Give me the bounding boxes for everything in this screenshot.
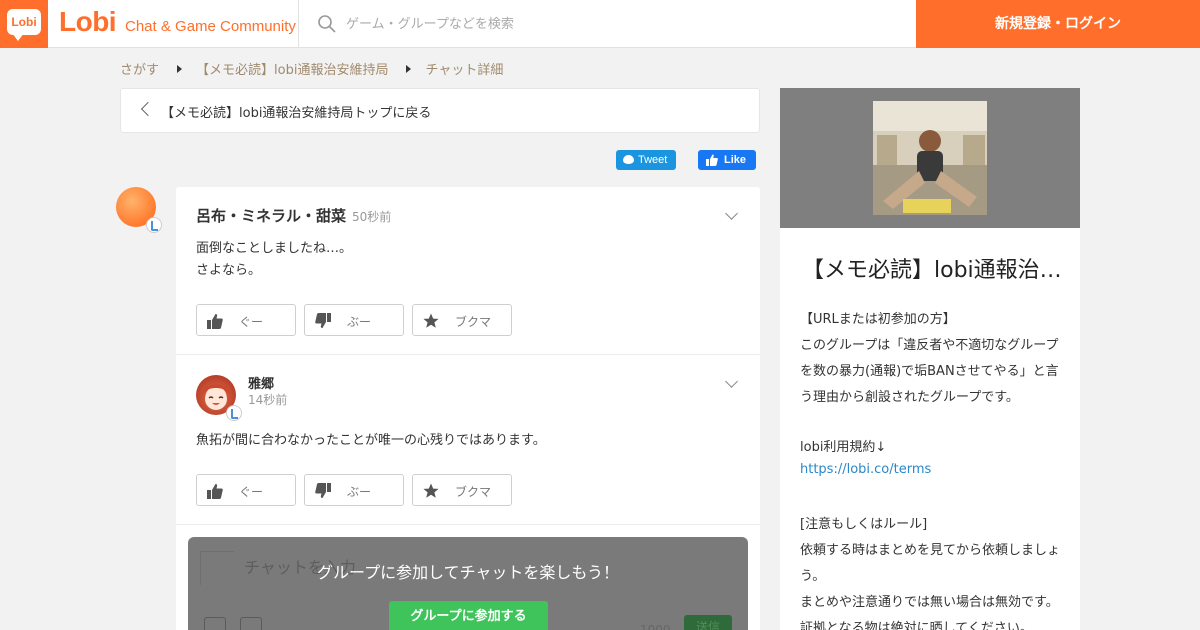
bookmark-label: ブクマ: [455, 485, 492, 499]
bad-label: ぶー: [347, 315, 372, 329]
image-icon[interactable]: [240, 617, 262, 630]
good-button[interactable]: ぐー: [196, 474, 296, 506]
star-icon: [423, 313, 439, 328]
group-icon-image[interactable]: [873, 101, 987, 215]
good-button[interactable]: ぐー: [196, 304, 296, 336]
thumbs-up-icon: [706, 154, 718, 166]
message-timestamp: 50秒前: [352, 210, 392, 224]
bad-button[interactable]: ぶー: [304, 304, 404, 336]
back-to-group-link[interactable]: 【メモ必読】lobi通報治安維持局トップに戻る: [120, 88, 760, 133]
chevron-down-icon[interactable]: [725, 207, 738, 220]
twitter-bird-icon: [623, 155, 634, 164]
bookmark-button[interactable]: ブクマ: [412, 304, 512, 336]
group-description-line: lobi利用規約↓: [800, 440, 887, 455]
back-link-label: 【メモ必読】lobi通報治安維持局トップに戻る: [161, 106, 432, 121]
group-description-line: を数の暴力(通報)で垢BANさせてやる」と言: [800, 364, 1059, 379]
chevron-down-icon[interactable]: [725, 375, 738, 388]
search-icon: [318, 15, 336, 33]
group-description-line: う。: [800, 569, 826, 584]
thumbs-up-icon: [207, 484, 223, 499]
join-group-button[interactable]: グループに参加する: [389, 601, 548, 630]
message-text: 魚拓が間に合わなかったことが唯一の心残りではあります。: [196, 433, 546, 448]
thumbs-down-icon: [315, 313, 331, 328]
group-description-line: う理由から創設されたグループです。: [800, 390, 1019, 405]
signup-login-button[interactable]: 新規登録・ログイン: [916, 0, 1200, 48]
top-header: Lobi Lobi Chat & Game Community 新規登録・ログイ…: [0, 0, 1200, 48]
search-input[interactable]: [346, 10, 886, 38]
group-info-card: 【メモ必読】lobi通報治安維持局 【URLまたは初参加の方】 このグループは「…: [780, 228, 1080, 630]
like-label: Like: [724, 154, 747, 166]
chat-composer-overlay: チャットを入力 1000 送信 グループに参加してチャットを楽しもう！ グループ…: [188, 537, 748, 630]
thumbs-up-icon: [207, 314, 223, 329]
group-description-line: 依頼する時はまとめを見てから依頼しましょ: [800, 543, 1061, 558]
group-photo-illustration: [873, 101, 987, 215]
brand-tagline: Chat & Game Community: [125, 18, 296, 35]
message-author[interactable]: 呂布・ミネラル・甜菜: [196, 205, 346, 226]
chat-message: 呂布・ミネラル・甜菜 50秒前 面倒なことしましたね…。 さよなら。 ぐー ぶー: [176, 187, 760, 355]
facebook-like-button[interactable]: Like: [698, 150, 756, 170]
group-title: 【メモ必読】lobi通報治安維持局: [802, 258, 1062, 283]
group-description-line: [注意もしくはルール]: [800, 517, 928, 532]
tweet-label: Tweet: [638, 154, 668, 166]
lobi-user-badge-icon: [226, 405, 242, 421]
breadcrumb: さがす 【メモ必読】lobi通報治安維持局 チャット詳細: [120, 59, 503, 78]
logo-tail: [12, 33, 24, 41]
good-label: ぐー: [239, 315, 264, 329]
bad-button[interactable]: ぶー: [304, 474, 404, 506]
send-button[interactable]: 送信: [684, 615, 732, 630]
breadcrumb-item-current: チャット詳細: [425, 63, 504, 78]
join-prompt-text: グループに参加してチャットを楽しもう！: [317, 563, 619, 582]
lobi-user-badge-icon: [146, 217, 162, 233]
char-count: 1000: [640, 623, 671, 630]
good-label: ぐー: [239, 485, 264, 499]
group-description-line: 【URLまたは初参加の方】: [800, 312, 956, 327]
breadcrumb-item-search[interactable]: さがす: [120, 59, 159, 78]
brand-name[interactable]: Lobi: [59, 6, 117, 38]
logo-text: Lobi: [7, 9, 41, 35]
chevron-left-icon: [140, 101, 156, 117]
breadcrumb-item-group[interactable]: 【メモ必読】lobi通報治安維持局: [196, 59, 388, 78]
star-icon: [423, 483, 439, 498]
group-description-line: まとめや注意通りでは無い場合は無効です。: [800, 595, 1059, 610]
message-timestamp: 14秒前: [248, 393, 288, 407]
chat-message: 雅郷 14秒前 魚拓が間に合わなかったことが唯一の心残りではあります。 ぐー ぶ…: [176, 355, 760, 525]
message-text: 面倒なことしましたね…。 さよなら。: [196, 241, 353, 278]
header-divider: [298, 0, 299, 48]
breadcrumb-separator-icon: [406, 64, 412, 73]
terms-link[interactable]: https://lobi.co/terms: [800, 462, 931, 477]
lobi-logo[interactable]: Lobi: [0, 0, 48, 48]
message-author[interactable]: 雅郷: [248, 373, 274, 392]
group-description-line: 証拠となる物は絶対に晒してください。: [800, 621, 1033, 630]
bookmark-label: ブクマ: [455, 315, 492, 329]
sticker-icon[interactable]: [204, 617, 226, 630]
bookmark-button[interactable]: ブクマ: [412, 474, 512, 506]
group-header: [780, 88, 1080, 228]
thumbs-down-icon: [315, 483, 331, 498]
bad-label: ぶー: [347, 485, 372, 499]
group-description-line: このグループは「違反者や不適切なグループ: [800, 338, 1059, 353]
breadcrumb-separator-icon: [177, 64, 183, 73]
tweet-button[interactable]: Tweet: [616, 150, 676, 170]
